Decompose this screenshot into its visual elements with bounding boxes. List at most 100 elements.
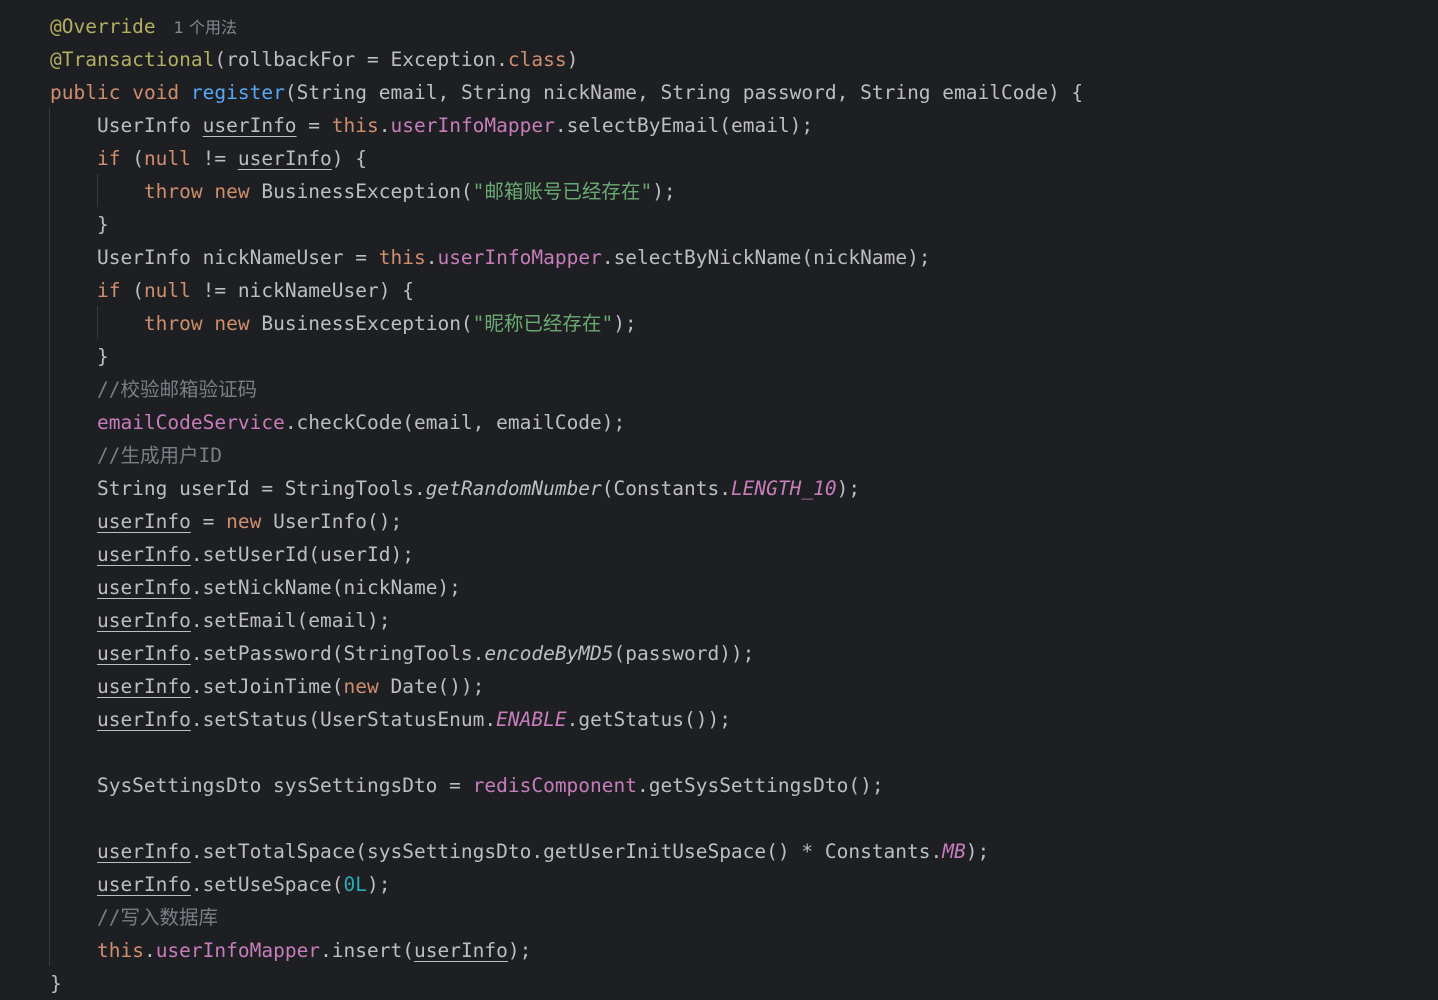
code-text: UserInfo(); [261, 510, 403, 533]
code-text: .setEmail(email); [190, 609, 391, 632]
annotation: @Transactional [50, 48, 215, 71]
field-ref: redisComponent [472, 774, 638, 797]
keyword: null [143, 147, 191, 170]
code-text: Date()); [378, 675, 485, 698]
static-method: encodeByMD5 [484, 642, 614, 665]
code-line[interactable]: throw new BusinessException("邮箱账号已经存在"); [50, 175, 676, 208]
comment: // [96, 378, 121, 401]
code-line[interactable]: if (null != nickNameUser) { [50, 274, 414, 307]
code-line[interactable]: UserInfo nickNameUser = this.userInfoMap… [50, 241, 931, 274]
code-text: .setTotalSpace(sysSettingsDto.getUserIni… [190, 840, 943, 863]
code-line[interactable]: @Transactional(rollbackFor = Exception.c… [50, 43, 578, 76]
code-line[interactable]: userInfo.setUseSpace(0L); [50, 868, 391, 901]
code-text: String userId = StringTools. [50, 477, 426, 500]
code-text: .setUseSpace( [190, 873, 344, 896]
field-ref: userInfoMapper [155, 939, 321, 962]
code-line[interactable]: userInfo.setJoinTime(new Date()); [50, 670, 484, 703]
code-text: ( [120, 147, 144, 170]
code-text: .setNickName(nickName); [190, 576, 461, 599]
code-line[interactable]: //写入数据库 [50, 901, 218, 934]
keyword: new [226, 510, 262, 533]
comment: // [96, 906, 121, 929]
keyword: this [378, 246, 426, 269]
code-line[interactable]: SysSettingsDto sysSettingsDto = redisCom… [50, 769, 884, 802]
keyword: new [214, 312, 250, 335]
code-text: BusinessException( [249, 312, 473, 335]
code-text: .checkCode(email, emailCode); [284, 411, 626, 434]
keyword: if [96, 147, 121, 170]
code-line[interactable]: if (null != userInfo) { [50, 142, 367, 175]
static-constant: ENABLE [496, 708, 567, 731]
string-literal: 邮箱账号已经存在 [484, 180, 641, 203]
keyword: class [507, 48, 567, 71]
reassigned-variable: userInfo [202, 114, 297, 137]
code-line[interactable]: emailCodeService.checkCode(email, emailC… [50, 406, 625, 439]
code-text: != [190, 147, 238, 170]
field-ref: emailCodeService [96, 411, 285, 434]
reassigned-variable: userInfo [96, 873, 191, 896]
code-line[interactable]: } [50, 208, 109, 241]
code-text: } [50, 213, 109, 236]
code-text: BusinessException( [249, 180, 473, 203]
code-editor[interactable]: @Override 1 个用法 @Transactional(rollbackFor… [0, 0, 1438, 999]
keyword: throw [143, 180, 203, 203]
code-line[interactable]: userInfo.setUserId(userId); [50, 538, 414, 571]
code-line[interactable]: userInfo.setNickName(nickName); [50, 571, 461, 604]
reassigned-variable: userInfo [96, 609, 191, 632]
reassigned-variable: userInfo [96, 543, 191, 566]
code-line[interactable]: this.userInfoMapper.insert(userInfo); [50, 934, 531, 967]
code-line[interactable]: userInfo.setPassword(StringTools.encodeB… [50, 637, 754, 670]
code-line[interactable]: //校验邮箱验证码 [50, 373, 257, 406]
code-text: .setUserId(userId); [190, 543, 414, 566]
keyword: throw [143, 312, 203, 335]
code-line[interactable]: } [50, 340, 109, 373]
code-line[interactable]: @Override 1 个用法 [50, 10, 237, 43]
code-line[interactable]: String userId = StringTools.getRandomNum… [50, 472, 860, 505]
usage-count-hint[interactable]: 1 个用法 [174, 18, 237, 37]
code-line[interactable]: userInfo.setStatus(UserStatusEnum.ENABLE… [50, 703, 731, 736]
code-line[interactable]: public void register(String email, Strin… [50, 76, 1083, 109]
field-ref: userInfoMapper [437, 246, 602, 269]
code-text: ); [965, 840, 990, 863]
keyword: if [96, 279, 121, 302]
code-line[interactable]: //生成用户ID [50, 439, 222, 472]
code-text: .selectByEmail(email); [554, 114, 814, 137]
code-text: .selectByNickName(nickName); [601, 246, 931, 269]
code-text: UserInfo [50, 114, 203, 137]
code-line[interactable]: userInfo.setEmail(email); [50, 604, 391, 637]
code-text: } [50, 345, 109, 368]
reassigned-variable: userInfo [96, 840, 191, 863]
code-text: SysSettingsDto sysSettingsDto = [50, 774, 473, 797]
code-text: ); [613, 312, 637, 335]
code-text: (Constants. [601, 477, 731, 500]
code-text: ) { [331, 147, 368, 170]
code-line[interactable]: UserInfo userInfo = this.userInfoMapper.… [50, 109, 813, 142]
code-text: ( [120, 279, 144, 302]
string-literal: 昵称已经存在 [484, 312, 602, 335]
code-text: ); [652, 180, 676, 203]
code-line[interactable]: throw new BusinessException("昵称已经存在"); [50, 307, 637, 340]
keyword: void [132, 81, 180, 104]
reassigned-variable: userInfo [96, 510, 191, 533]
code-line[interactable]: userInfo = new UserInfo(); [50, 505, 402, 538]
comment: 写入数据库 [120, 906, 218, 929]
code-text: (rollbackFor = Exception. [214, 48, 508, 71]
code-text: (password)); [613, 642, 755, 665]
code-text: = [190, 510, 227, 533]
code-text: .insert( [320, 939, 414, 962]
static-method: getRandomNumber [425, 477, 602, 500]
code-line[interactable]: userInfo.setTotalSpace(sysSettingsDto.ge… [50, 835, 989, 868]
code-line[interactable]: } [50, 967, 62, 1000]
keyword: this [331, 114, 379, 137]
